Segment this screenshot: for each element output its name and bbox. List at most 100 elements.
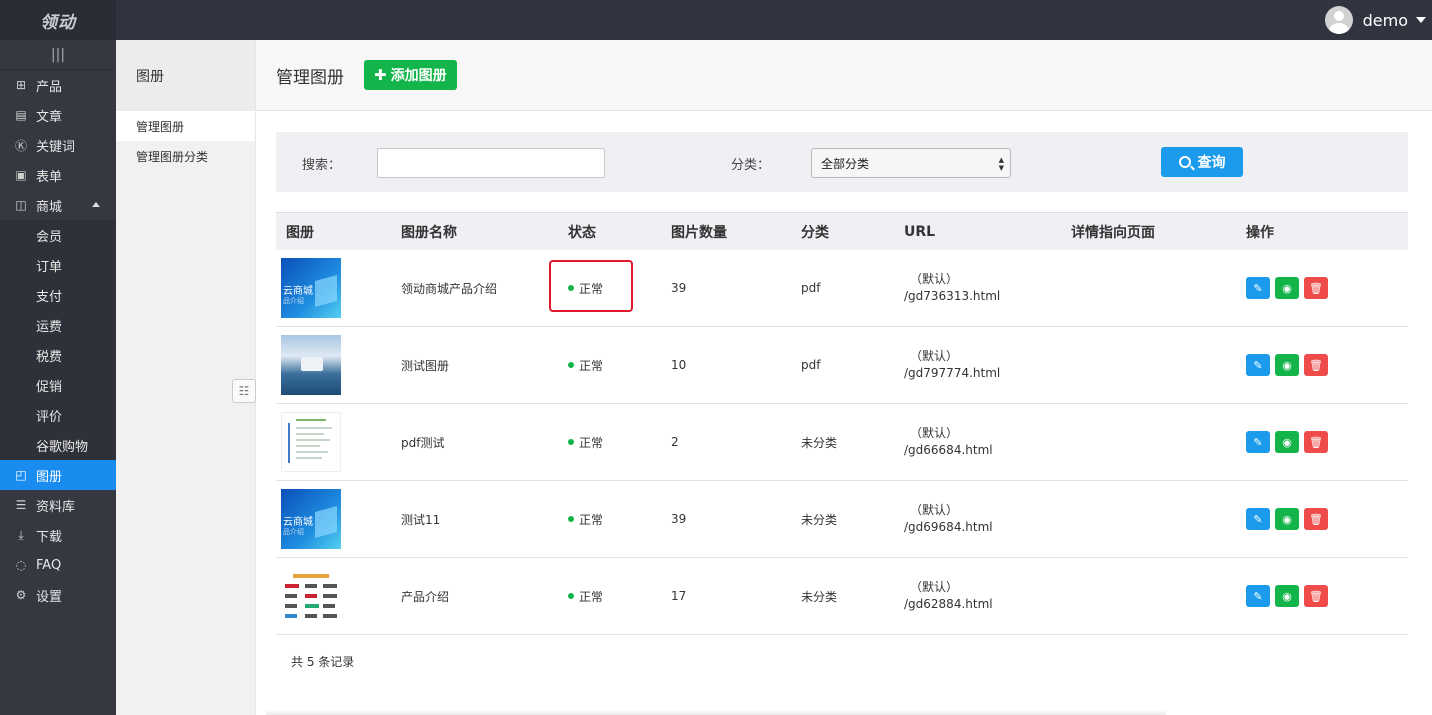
thumbnail-graphic bbox=[296, 419, 326, 421]
edit-icon[interactable]: ✎ bbox=[1246, 508, 1270, 530]
sidebar-item-download[interactable]: ⤓ 下载 bbox=[0, 520, 116, 550]
sidebar-subitem-shipping[interactable]: 运费 bbox=[0, 310, 116, 340]
sidebar-item-label: 资料库 bbox=[36, 499, 76, 515]
sidebar-item-keyword[interactable]: Ⓚ 关键词 bbox=[0, 130, 116, 160]
album-category: pdf bbox=[801, 358, 821, 372]
image-count: 17 bbox=[671, 589, 687, 603]
sidebar-item-label: 订单 bbox=[36, 259, 63, 275]
thumbnail-graphic bbox=[296, 433, 324, 435]
album-thumbnail[interactable] bbox=[281, 335, 341, 395]
thumbnail-graphic bbox=[296, 439, 330, 441]
search-input[interactable] bbox=[377, 148, 605, 178]
plus-icon: ✚ bbox=[374, 66, 387, 84]
keyword-icon: Ⓚ bbox=[14, 138, 27, 153]
sidebar-subitem-review[interactable]: 评价 bbox=[0, 400, 116, 430]
trash-icon[interactable]: 🗑 bbox=[1304, 431, 1328, 453]
gear-icon: ⚙ bbox=[15, 588, 27, 602]
sidebar-item-settings[interactable]: ⚙ 设置 bbox=[0, 580, 116, 610]
album-table: 图册 图册名称 状态 图片数量 分类 URL 详情指向页面 操作 云商城 品介绍… bbox=[276, 212, 1408, 635]
eye-icon[interactable]: ◉ bbox=[1275, 431, 1299, 453]
subnav-item-manage-album[interactable]: 管理图册 bbox=[116, 111, 255, 141]
thumbnail-subtext: 品介绍 bbox=[283, 528, 304, 536]
eye-icon[interactable]: ◉ bbox=[1275, 277, 1299, 299]
filter-bar: 搜索： 分类： 全部分类 ▲ ▼ 查询 bbox=[276, 132, 1408, 192]
thumbnail-graphic bbox=[323, 604, 335, 608]
album-category: 未分类 bbox=[801, 512, 838, 527]
album-name: 测试图册 bbox=[401, 358, 450, 373]
add-album-button[interactable]: ✚ 添加图册 bbox=[364, 60, 457, 90]
thumbnail-graphic bbox=[285, 614, 297, 618]
avatar-icon bbox=[1324, 6, 1353, 34]
sidebar-subitem-member[interactable]: 会员 bbox=[0, 220, 116, 250]
trash-icon[interactable]: 🗑 bbox=[1304, 508, 1328, 530]
query-button[interactable]: 查询 bbox=[1161, 147, 1243, 177]
user-menu[interactable]: demo bbox=[1324, 0, 1426, 40]
album-icon: ◰ bbox=[15, 468, 27, 482]
album-category: 未分类 bbox=[801, 589, 838, 604]
thumbnail-graphic bbox=[301, 357, 323, 371]
sidebar-item-label: 谷歌购物 bbox=[36, 439, 89, 455]
album-category: pdf bbox=[801, 281, 821, 295]
sidebar-item-album[interactable]: ◰ 图册 bbox=[0, 460, 116, 490]
sidebar-item-form[interactable]: ▣ 表单 bbox=[0, 160, 116, 190]
album-url: （默认） /gd62884.html bbox=[904, 579, 993, 613]
sidebar-item-label: 产品 bbox=[36, 79, 63, 95]
album-thumbnail[interactable] bbox=[281, 412, 341, 472]
url-path[interactable]: /gd69684.html bbox=[904, 519, 993, 536]
thumbnail-graphic bbox=[293, 574, 329, 578]
url-default-label: （默认） bbox=[910, 580, 959, 594]
trash-icon[interactable]: 🗑 bbox=[1304, 277, 1328, 299]
url-path[interactable]: /gd797774.html bbox=[904, 365, 1000, 382]
sidebar-subitem-tax[interactable]: 税费 bbox=[0, 340, 116, 370]
select-arrows-icon: ▲ ▼ bbox=[998, 156, 1004, 172]
sidebar-subitem-google-shopping[interactable]: 谷歌购物 bbox=[0, 430, 116, 460]
status-dot-icon bbox=[568, 516, 574, 522]
eye-icon[interactable]: ◉ bbox=[1275, 585, 1299, 607]
subnav-toggle-icon[interactable]: ☷ bbox=[232, 379, 256, 403]
category-select[interactable]: 全部分类 ▲ ▼ bbox=[811, 148, 1011, 178]
sidebar-item-label: 支付 bbox=[36, 289, 63, 305]
sidebar-subitem-promotion[interactable]: 促销 bbox=[0, 370, 116, 400]
sidebar: ||| ⊞ 产品 ▤ 文章 Ⓚ 关键词 ▣ 表单 ◫ 商城 会员 订单 支付 运费 税费 … bbox=[0, 40, 116, 715]
album-url: （默认） /gd797774.html bbox=[904, 348, 1000, 382]
url-path[interactable]: /gd66684.html bbox=[904, 442, 993, 459]
thumbnail-graphic bbox=[285, 594, 297, 598]
sidebar-collapse-button[interactable]: ||| bbox=[0, 40, 116, 70]
sidebar-item-product[interactable]: ⊞ 产品 bbox=[0, 70, 116, 100]
eye-icon[interactable]: ◉ bbox=[1275, 508, 1299, 530]
trash-icon[interactable]: 🗑 bbox=[1304, 354, 1328, 376]
header-name: 图册名称 bbox=[401, 224, 457, 241]
edit-icon[interactable]: ✎ bbox=[1246, 585, 1270, 607]
row-actions: ✎ ◉ 🗑 bbox=[1246, 508, 1328, 530]
eye-icon[interactable]: ◉ bbox=[1275, 354, 1299, 376]
sidebar-item-label: 税费 bbox=[36, 349, 63, 365]
sidebar-item-faq[interactable]: ◌ FAQ bbox=[0, 550, 116, 580]
database-icon: ☰ bbox=[15, 498, 27, 512]
sidebar-item-label: 运费 bbox=[36, 319, 63, 335]
sidebar-item-label: 商城 bbox=[36, 199, 63, 215]
sidebar-item-article[interactable]: ▤ 文章 bbox=[0, 100, 116, 130]
sidebar-subitem-order[interactable]: 订单 bbox=[0, 250, 116, 280]
subnav-item-manage-album-category[interactable]: 管理图册分类 bbox=[116, 141, 255, 171]
sidebar-item-shop[interactable]: ◫ 商城 bbox=[0, 190, 116, 220]
album-thumbnail[interactable] bbox=[281, 566, 341, 626]
album-thumbnail[interactable]: 云商城 品介绍 bbox=[281, 258, 341, 318]
trash-icon[interactable]: 🗑 bbox=[1304, 585, 1328, 607]
sidebar-item-library[interactable]: ☰ 资料库 bbox=[0, 490, 116, 520]
table-row: 产品介绍 正常 17 未分类 （默认） /gd62884.html ✎ ◉ 🗑 bbox=[276, 558, 1408, 635]
album-name: 领动商城产品介绍 bbox=[401, 281, 498, 296]
url-path[interactable]: /gd736313.html bbox=[904, 288, 1000, 305]
url-path[interactable]: /gd62884.html bbox=[904, 596, 993, 613]
logo[interactable]: 领动 bbox=[0, 0, 116, 40]
album-thumbnail[interactable]: 云商城 品介绍 bbox=[281, 489, 341, 549]
thumbnail-graphic bbox=[285, 584, 299, 588]
edit-icon[interactable]: ✎ bbox=[1246, 277, 1270, 299]
sidebar-subitem-payment[interactable]: 支付 bbox=[0, 280, 116, 310]
edit-icon[interactable]: ✎ bbox=[1246, 354, 1270, 376]
header-detail-page: 详情指向页面 bbox=[1071, 224, 1155, 241]
table-row: 云商城 品介绍 测试11 正常 39 未分类 （默认） /gd69684.html… bbox=[276, 481, 1408, 558]
sidebar-item-label: 表单 bbox=[36, 169, 63, 185]
edit-icon[interactable]: ✎ bbox=[1246, 431, 1270, 453]
sidebar-item-label: 会员 bbox=[36, 229, 63, 245]
sidebar-item-label: 评价 bbox=[36, 409, 63, 425]
